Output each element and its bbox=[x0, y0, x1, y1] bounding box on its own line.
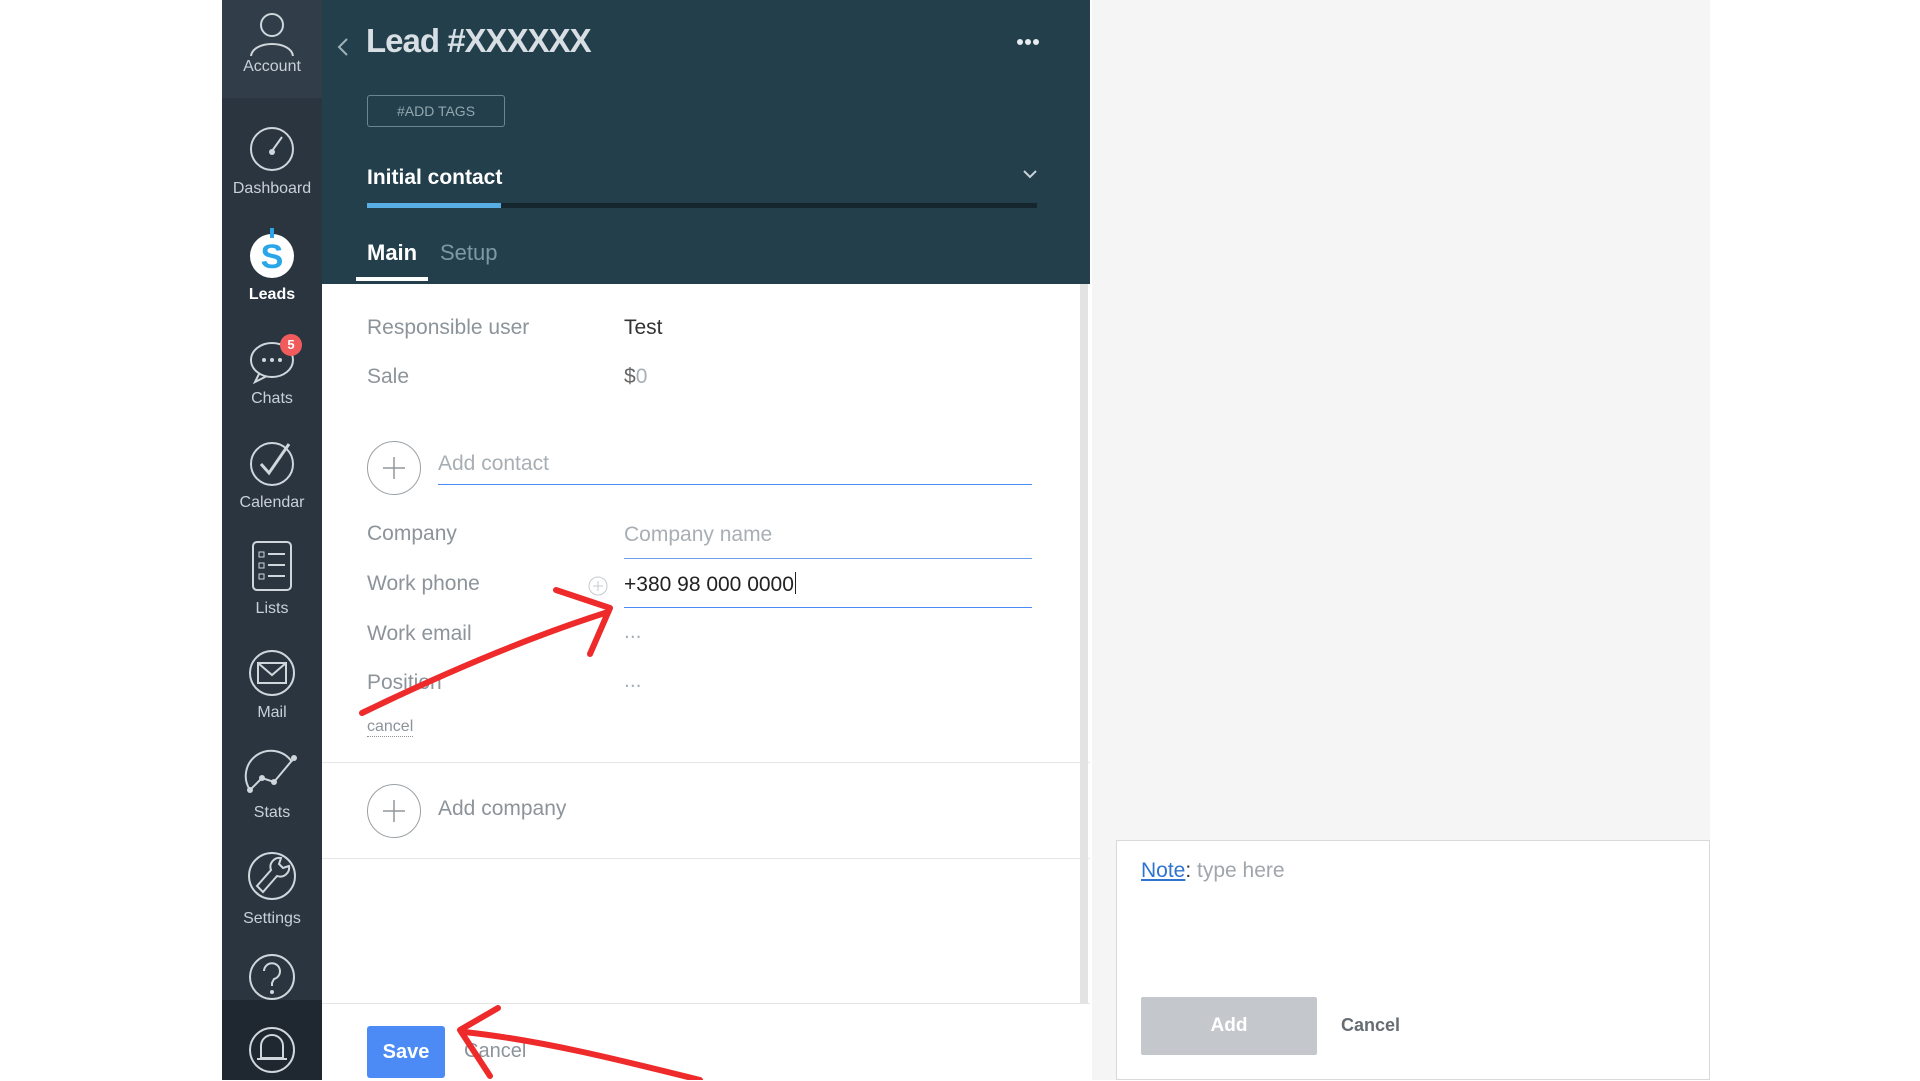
lead-footer: Save Cancel bbox=[322, 1003, 1090, 1081]
help-icon bbox=[249, 954, 295, 1000]
dollar-icon: S bbox=[250, 228, 294, 278]
user-icon bbox=[250, 13, 294, 57]
company-underline bbox=[624, 558, 1032, 559]
sale-amount: 0 bbox=[635, 365, 648, 388]
note-type-link[interactable]: Note bbox=[1141, 859, 1185, 882]
note-colon: : bbox=[1185, 859, 1198, 882]
add-phone-icon[interactable] bbox=[588, 576, 608, 596]
work-email-input[interactable]: ... bbox=[624, 620, 642, 644]
work-email-label: Work email bbox=[367, 622, 472, 645]
sale-label: Sale bbox=[367, 365, 410, 388]
sidebar-item-label: Leads bbox=[248, 286, 296, 303]
unread-badge: 5 bbox=[280, 334, 302, 356]
currency-symbol: $ bbox=[624, 365, 636, 388]
company-label: Company bbox=[367, 522, 457, 545]
add-tags-button[interactable]: #ADD TAGS bbox=[367, 95, 505, 127]
sidebar: Account Dashboard S Leads 5 Chats Calend… bbox=[222, 0, 322, 1080]
list-icon bbox=[252, 541, 292, 591]
company-name-input[interactable]: Company name bbox=[624, 523, 772, 547]
sidebar-item-account[interactable]: Account bbox=[222, 0, 322, 98]
stage-progress-fill bbox=[367, 203, 501, 208]
sidebar-item-dashboard[interactable]: Dashboard bbox=[222, 124, 322, 198]
speedometer-icon bbox=[250, 127, 294, 171]
cancel-button[interactable]: Cancel bbox=[464, 1040, 526, 1063]
save-button[interactable]: Save bbox=[367, 1026, 445, 1078]
add-note-button[interactable]: Add bbox=[1141, 997, 1317, 1055]
check-circle-icon bbox=[250, 442, 294, 486]
sidebar-item-leads[interactable]: S Leads bbox=[222, 228, 322, 304]
sale-value[interactable]: $0 bbox=[624, 365, 647, 389]
work-phone-underline bbox=[624, 607, 1032, 608]
sidebar-item-label: Dashboard bbox=[232, 180, 312, 197]
work-phone-label: Work phone bbox=[367, 572, 480, 595]
lead-main-panel: Responsible user Test Sale $0 Add contac… bbox=[322, 284, 1090, 1003]
tab-setup[interactable]: Setup bbox=[440, 240, 498, 266]
position-label: Position bbox=[367, 671, 442, 694]
sidebar-item-mail[interactable]: Mail bbox=[222, 648, 322, 722]
plus-icon bbox=[383, 457, 405, 479]
chevron-left-icon[interactable] bbox=[334, 36, 352, 58]
sidebar-item-help[interactable] bbox=[222, 952, 322, 1002]
add-company-button[interactable] bbox=[367, 784, 421, 838]
chevron-down-icon[interactable] bbox=[1022, 168, 1038, 180]
divider bbox=[322, 858, 1090, 859]
note-composer: Note: type here Add Cancel bbox=[1116, 840, 1710, 1080]
cancel-contact-link[interactable]: cancel bbox=[367, 718, 414, 737]
work-phone-input[interactable]: +380 98 000 0000 bbox=[624, 572, 796, 597]
sidebar-item-stats[interactable]: Stats bbox=[222, 748, 322, 822]
sidebar-item-chats[interactable]: 5 Chats bbox=[222, 334, 322, 408]
responsible-user-value[interactable]: Test bbox=[624, 316, 663, 340]
note-placeholder: type here bbox=[1197, 859, 1285, 882]
sidebar-item-settings[interactable]: Settings bbox=[222, 848, 322, 928]
bell-icon bbox=[249, 1027, 295, 1073]
svg-text:S: S bbox=[261, 238, 284, 276]
position-input[interactable]: ... bbox=[624, 669, 642, 693]
add-company-label[interactable]: Add company bbox=[438, 797, 566, 821]
plus-icon bbox=[383, 800, 405, 822]
active-tab-indicator bbox=[356, 277, 428, 281]
sidebar-item-notifications[interactable] bbox=[222, 1000, 322, 1080]
work-phone-value: +380 98 000 0000 bbox=[624, 573, 794, 596]
stage-progress-bar bbox=[367, 203, 1037, 208]
sidebar-item-label: Calendar bbox=[239, 494, 305, 511]
text-cursor bbox=[794, 572, 796, 594]
add-contact-underline bbox=[438, 484, 1032, 485]
sidebar-item-lists[interactable]: Lists bbox=[222, 538, 322, 618]
sidebar-item-calendar[interactable]: Calendar bbox=[222, 438, 322, 512]
lead-header: Lead #XXXXXX #ADD TAGS Initial contact M… bbox=[322, 0, 1090, 284]
panel-scrollbar[interactable] bbox=[1080, 284, 1088, 1003]
responsible-user-label: Responsible user bbox=[367, 316, 530, 339]
divider bbox=[322, 762, 1090, 763]
sidebar-item-label: Account bbox=[243, 58, 301, 75]
mail-icon bbox=[249, 650, 295, 696]
stats-icon bbox=[244, 749, 297, 793]
tab-main[interactable]: Main bbox=[367, 240, 417, 266]
sidebar-item-label: Settings bbox=[243, 910, 301, 927]
sidebar-item-label: Lists bbox=[255, 600, 289, 617]
add-contact-input[interactable]: Add contact bbox=[438, 452, 549, 476]
sidebar-item-label: Mail bbox=[257, 704, 287, 721]
note-input[interactable]: Note: type here bbox=[1141, 859, 1285, 883]
more-icon[interactable] bbox=[1016, 38, 1040, 46]
add-contact-button[interactable] bbox=[367, 441, 421, 495]
wrench-icon bbox=[248, 852, 296, 900]
cancel-note-button[interactable]: Cancel bbox=[1341, 1015, 1400, 1036]
sidebar-item-label: Stats bbox=[253, 804, 291, 821]
sidebar-item-label: Chats bbox=[251, 390, 293, 407]
pipeline-stage[interactable]: Initial contact bbox=[367, 166, 502, 190]
lead-title: Lead #XXXXXX bbox=[366, 22, 592, 59]
